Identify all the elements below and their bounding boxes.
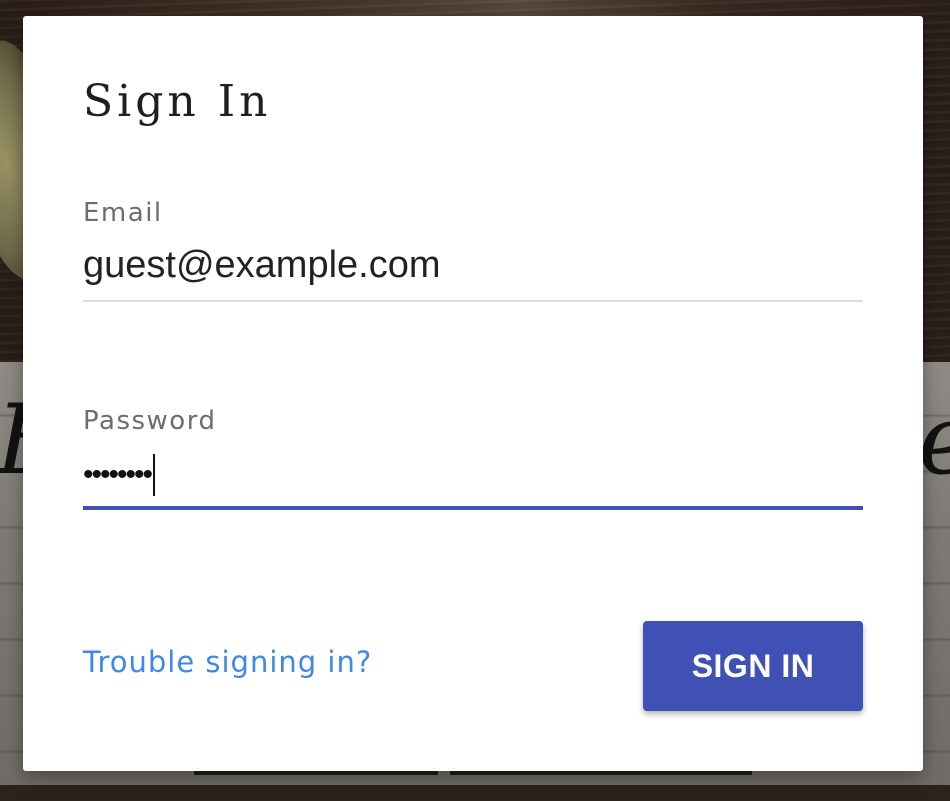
text-caret: [153, 454, 156, 496]
sign-in-button[interactable]: SIGN IN: [643, 621, 863, 711]
email-field[interactable]: Email guest@example.com: [83, 200, 863, 288]
email-label: Email: [83, 198, 163, 228]
dialog-title: Sign In: [83, 76, 272, 127]
password-input[interactable]: ••••••••: [83, 454, 863, 496]
email-underline: [83, 300, 863, 302]
password-label: Password: [83, 406, 217, 436]
sign-in-dialog: Sign In Email guest@example.com Password…: [23, 16, 923, 771]
password-underline-focused: [83, 506, 863, 510]
password-masked-value: ••••••••: [83, 458, 153, 491]
trouble-signing-in-link[interactable]: Trouble signing in?: [83, 648, 372, 677]
password-field[interactable]: Password ••••••••: [83, 408, 863, 496]
background-footer: [0, 785, 950, 801]
email-input[interactable]: guest@example.com: [83, 246, 863, 288]
